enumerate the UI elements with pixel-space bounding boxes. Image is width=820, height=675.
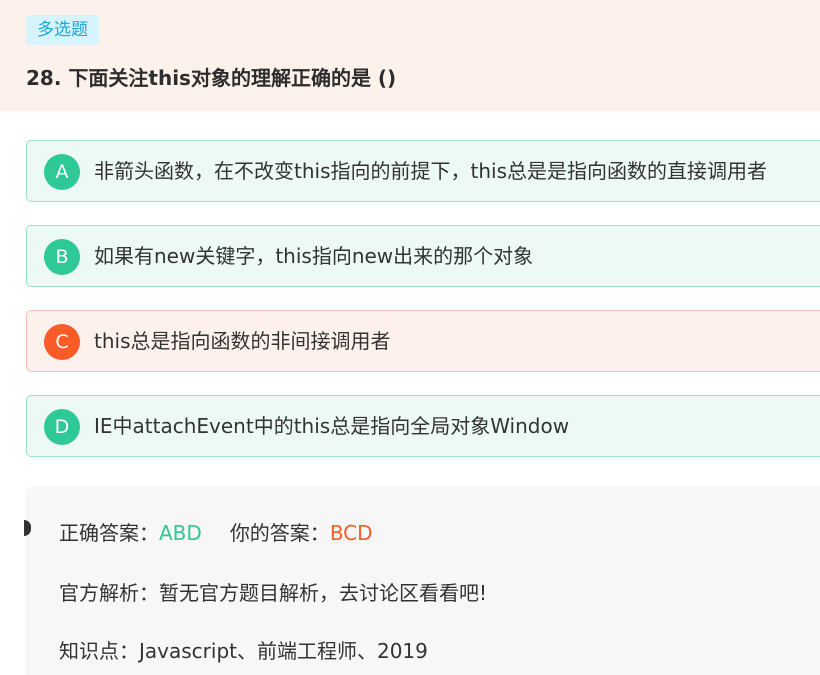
option-b[interactable]: B 如果有new关键字，this指向new出来的那个对象 <box>26 225 820 287</box>
option-a-badge: A <box>44 154 80 190</box>
answer-line: 正确答案：ABD 你的答案：BCD <box>59 517 373 546</box>
option-d-text: IE中attachEvent中的this总是指向全局对象Window <box>94 414 570 438</box>
option-d[interactable]: D IE中attachEvent中的this总是指向全局对象Window <box>26 395 820 457</box>
option-a-text: 非箭头函数，在不改变this指向的前提下，this总是是指向函数的直接调用者 <box>94 159 767 183</box>
option-d-badge: D <box>44 409 80 445</box>
option-b-badge: B <box>44 239 80 275</box>
question-header: 多选题 28. 下面关注this对象的理解正确的是 () <box>0 0 820 111</box>
option-c[interactable]: C this总是指向函数的非间接调用者 <box>26 310 820 372</box>
panel-marker <box>24 520 31 536</box>
option-c-badge: C <box>44 324 80 360</box>
knowledge-points: 知识点：Javascript、前端工程师、2019 <box>59 639 428 663</box>
official-analysis: 官方解析：暂无官方题目解析，去讨论区看看吧! <box>59 581 488 605</box>
answer-panel: 正确答案：ABD 你的答案：BCD 官方解析：暂无官方题目解析，去讨论区看看吧! … <box>24 486 820 675</box>
your-answer-label: 你的答案： <box>229 521 330 545</box>
option-c-text: this总是指向函数的非间接调用者 <box>94 329 391 353</box>
your-answer-value: BCD <box>329 521 373 545</box>
correct-answer-value: ABD <box>159 521 202 545</box>
question-type-tag: 多选题 <box>26 15 99 45</box>
question-title: 28. 下面关注this对象的理解正确的是 () <box>26 66 397 90</box>
option-b-text: 如果有new关键字，this指向new出来的那个对象 <box>94 244 534 268</box>
correct-answer-label: 正确答案： <box>59 521 159 545</box>
option-a[interactable]: A 非箭头函数，在不改变this指向的前提下，this总是是指向函数的直接调用者 <box>26 140 820 202</box>
